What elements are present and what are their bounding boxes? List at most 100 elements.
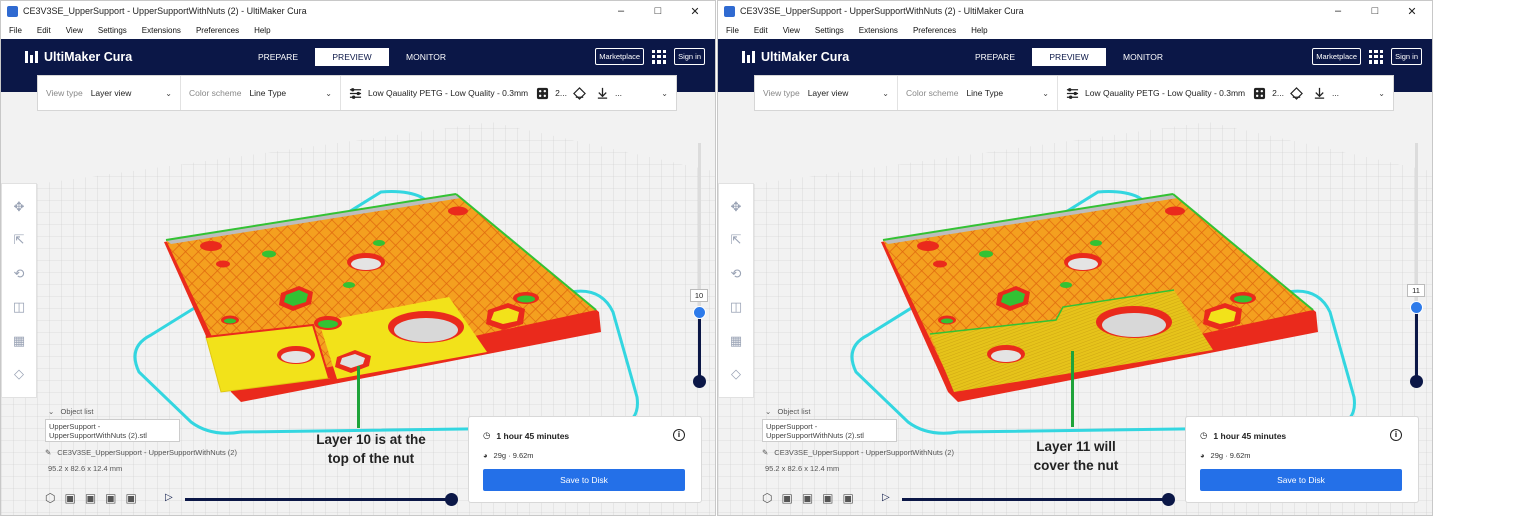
layer-slider-bottom-handle[interactable] — [693, 375, 706, 388]
material-usage: 29g · 9.62m — [493, 451, 534, 460]
menu-extensions[interactable]: Extensions — [859, 26, 898, 35]
per-model-settings-icon[interactable]: ▦ — [13, 333, 25, 349]
view-front-icon[interactable]: ▣ — [781, 491, 792, 505]
view-top-icon[interactable]: ▣ — [802, 491, 813, 505]
info-icon[interactable]: i — [1390, 429, 1402, 441]
profile-name: Low Qauality PETG - Low Quality - 0.3mm — [1085, 88, 1246, 98]
layer-number[interactable]: 11 — [1407, 284, 1425, 297]
stage-prepare[interactable]: PREPARE — [958, 48, 1032, 66]
view-type-value: Layer view — [90, 88, 132, 98]
sign-in-button[interactable]: Sign in — [1391, 48, 1422, 65]
more-settings: ... — [614, 88, 623, 98]
edit-pencil-icon[interactable]: ✎ — [762, 448, 768, 457]
chevron-down-icon: ⌄ — [1042, 88, 1049, 98]
support-icon — [537, 87, 549, 99]
stage-preview[interactable]: PREVIEW — [315, 47, 389, 66]
move-tool-icon[interactable]: ✥ — [14, 199, 25, 215]
material-usage: 29g · 9.62m — [1210, 451, 1251, 460]
rotate-tool-icon[interactable]: ⟲ — [14, 266, 25, 282]
maximize-icon[interactable]: □ — [1365, 5, 1385, 18]
edit-pencil-icon[interactable]: ✎ — [45, 448, 51, 457]
timeline-handle[interactable] — [1162, 493, 1175, 506]
view-left-icon[interactable]: ▣ — [105, 491, 116, 505]
object-list-toggle[interactable]: ⌄ Object list — [765, 407, 954, 416]
left-toolbar: ✥ ⇱ ⟲ ◫ ▦ ◇ — [718, 183, 754, 398]
layer-slider-top-handle[interactable] — [693, 306, 706, 319]
play-icon[interactable]: ▷ — [165, 492, 173, 503]
per-model-settings-icon[interactable]: ▦ — [730, 333, 742, 349]
move-tool-icon[interactable]: ✥ — [731, 199, 742, 215]
left-toolbar: ✥ ⇱ ⟲ ◫ ▦ ◇ — [1, 183, 37, 398]
scale-tool-icon[interactable]: ⇱ — [14, 232, 25, 248]
view-3d-icon[interactable]: ⬡ — [45, 491, 55, 505]
view-right-icon[interactable]: ▣ — [843, 491, 854, 505]
mirror-tool-icon[interactable]: ◫ — [13, 299, 25, 315]
support-blocker-icon[interactable]: ◇ — [731, 366, 741, 382]
save-to-disk-button[interactable]: Save to Disk — [1200, 469, 1402, 491]
menu-bar: File Edit View Settings Extensions Prefe… — [718, 21, 1432, 39]
stage-monitor[interactable]: MONITOR — [389, 48, 463, 66]
print-settings-selector[interactable]: Low Qauality PETG - Low Quality - 0.3mm … — [341, 76, 676, 110]
view-left-icon[interactable]: ▣ — [822, 491, 833, 505]
print-settings-selector[interactable]: Low Qauality PETG - Low Quality - 0.3mm … — [1058, 76, 1393, 110]
menu-edit[interactable]: Edit — [754, 26, 768, 35]
menu-help[interactable]: Help — [971, 26, 987, 35]
stage-preview[interactable]: PREVIEW — [1032, 47, 1106, 66]
menu-settings[interactable]: Settings — [98, 26, 127, 35]
layer-number[interactable]: 10 — [690, 289, 708, 302]
layer-slider-bottom-handle[interactable] — [1410, 375, 1423, 388]
timeline-handle[interactable] — [445, 493, 458, 506]
view-type-dropdown[interactable]: View type Layer view ⌄ — [38, 76, 181, 110]
play-icon[interactable]: ▷ — [882, 492, 890, 503]
settings-sliders-icon — [349, 87, 362, 99]
menu-edit[interactable]: Edit — [37, 26, 51, 35]
save-to-disk-button[interactable]: Save to Disk — [483, 469, 685, 491]
menu-settings[interactable]: Settings — [815, 26, 844, 35]
object-list-label: Object list — [777, 407, 811, 416]
menu-help[interactable]: Help — [254, 26, 270, 35]
view-3d-icon[interactable]: ⬡ — [762, 491, 772, 505]
menu-extensions[interactable]: Extensions — [142, 26, 181, 35]
view-front-icon[interactable]: ▣ — [64, 491, 75, 505]
rotate-tool-icon[interactable]: ⟲ — [731, 266, 742, 282]
close-icon[interactable]: ✕ — [1402, 5, 1422, 18]
minimize-icon[interactable]: – — [611, 5, 631, 18]
stage-monitor[interactable]: MONITOR — [1106, 48, 1180, 66]
menu-file[interactable]: File — [726, 26, 739, 35]
download-icon — [597, 87, 608, 99]
marketplace-button[interactable]: Marketplace — [595, 48, 645, 65]
view-right-icon[interactable]: ▣ — [126, 491, 137, 505]
menu-file[interactable]: File — [9, 26, 22, 35]
brand-logo: UltiMaker Cura — [742, 50, 849, 64]
stage-prepare[interactable]: PREPARE — [241, 48, 315, 66]
close-icon[interactable]: ✕ — [685, 5, 705, 18]
view-top-icon[interactable]: ▣ — [85, 491, 96, 505]
info-icon[interactable]: i — [673, 429, 685, 441]
cura-window-left: CE3V3SE_UpperSupport - UpperSupportWithN… — [0, 0, 716, 516]
marketplace-button[interactable]: Marketplace — [1312, 48, 1362, 65]
view-type-dropdown[interactable]: View type Layer view ⌄ — [755, 76, 898, 110]
layer-slider-top-handle[interactable] — [1410, 301, 1423, 314]
ultimaker-logo-icon — [25, 50, 39, 63]
sign-in-button[interactable]: Sign in — [674, 48, 705, 65]
mirror-tool-icon[interactable]: ◫ — [730, 299, 742, 315]
maximize-icon[interactable]: □ — [648, 5, 668, 18]
menu-preferences[interactable]: Preferences — [913, 26, 956, 35]
support-value: 2... — [1272, 88, 1284, 98]
menu-view[interactable]: View — [783, 26, 800, 35]
brand-name: UltiMaker Cura — [44, 49, 133, 64]
color-scheme-dropdown[interactable]: Color scheme Line Type ⌄ — [181, 76, 341, 110]
menu-preferences[interactable]: Preferences — [196, 26, 239, 35]
object-list-item[interactable]: UpperSupport - UpperSupportWithNuts (2).… — [762, 419, 897, 442]
object-list-toggle[interactable]: ⌄ Object list — [48, 407, 237, 416]
apps-grid-icon[interactable] — [652, 49, 667, 64]
camera-view-buttons: ⬡ ▣ ▣ ▣ ▣ — [762, 491, 854, 505]
minimize-icon[interactable]: – — [1328, 5, 1348, 18]
color-scheme-dropdown[interactable]: Color scheme Line Type ⌄ — [898, 76, 1058, 110]
support-blocker-icon[interactable]: ◇ — [14, 366, 24, 382]
scale-tool-icon[interactable]: ⇱ — [731, 232, 742, 248]
menu-view[interactable]: View — [66, 26, 83, 35]
apps-grid-icon[interactable] — [1369, 49, 1384, 64]
brand-logo: UltiMaker Cura — [25, 50, 132, 64]
object-list-item[interactable]: UpperSupport - UpperSupportWithNuts (2).… — [45, 419, 180, 442]
